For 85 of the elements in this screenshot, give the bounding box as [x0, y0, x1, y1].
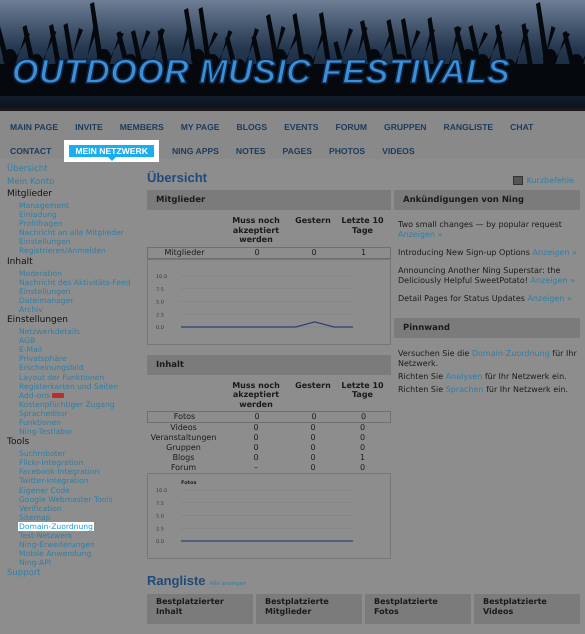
nav-tab[interactable]: MAIN PAGE: [6, 115, 62, 139]
table-cell-text: 0: [253, 412, 261, 422]
announcement-text: Two small changes — by popular request Anzeigen »: [398, 220, 563, 240]
column-header: Letzte 10 Tage: [340, 380, 385, 401]
pinboard-link[interactable]: Analysen: [446, 372, 482, 381]
table-cell-text: Veranstaltungen: [150, 433, 218, 443]
table-cell-text: 1: [358, 453, 366, 463]
show-link[interactable]: Anzeigen »: [532, 248, 577, 257]
pinboard-text: Richten Sie Analysen für Ihr Netzwerk ein.: [398, 372, 568, 382]
nav-tab[interactable]: CHAT: [506, 115, 538, 139]
column-header: Muss noch akzeptiert werden: [231, 380, 281, 410]
table-cell-text: 0: [360, 412, 368, 422]
nav-tab[interactable]: NOTES: [232, 139, 270, 163]
nav-tab[interactable]: CONTACT: [6, 139, 56, 163]
sidebar-heading: Mitglieder: [7, 188, 53, 201]
table-cell-text: 0: [310, 248, 318, 258]
table-cell-text: 0: [310, 412, 318, 422]
table-cell-text: 0: [309, 433, 317, 443]
column-header: Gestern: [294, 380, 332, 392]
show-link[interactable]: Anzeigen »: [398, 230, 442, 239]
table-cell-text: Videos: [169, 423, 198, 433]
table-cell-text: Blogs: [172, 453, 196, 463]
table-cell-text: 0: [358, 423, 366, 433]
pinboard-text: Versuchen Sie die Domain-Zuordnung für Ihr Netzwerk.: [398, 349, 578, 369]
nav-tab[interactable]: GRUPPEN: [380, 115, 431, 139]
nav-tab[interactable]: RANGLISTE: [440, 115, 498, 139]
table-cell-text: 0: [252, 423, 260, 433]
show-link[interactable]: Anzeigen »: [527, 294, 572, 303]
site-title: OUTDOOR MUSIC FESTIVALS: [11, 53, 510, 93]
column-header: Gestern: [294, 215, 332, 227]
announcement-text: Introducing New Sign-up Options Anzeigen »: [398, 248, 578, 258]
nav-tab[interactable]: BLOGS: [232, 115, 272, 139]
show-link[interactable]: Anzeigen »: [530, 276, 575, 285]
table-cell-text: Forum: [170, 463, 198, 473]
table-cell-text: 0: [252, 453, 260, 463]
pinboard-link[interactable]: Sprachen: [446, 385, 484, 394]
nav-tab[interactable]: PAGES: [278, 139, 316, 163]
sidebar-heading: Tools: [7, 436, 30, 450]
panel-header: Mitglieder: [147, 190, 391, 210]
nav-tab[interactable]: FORUM: [332, 115, 372, 139]
nav-tab[interactable]: MEMBERS: [116, 115, 168, 139]
table-cell-text: 0: [358, 443, 366, 453]
table-cell-text: –: [253, 463, 259, 473]
table-cell-text: 0: [358, 463, 366, 473]
table-cell-text: 0: [358, 433, 366, 443]
nav-tab[interactable]: PHOTOS: [324, 139, 370, 163]
sidebar-link[interactable]: Mein Konto: [7, 176, 143, 188]
announcement-text: Detail Pages for Status Updates Anzeigen »: [398, 294, 573, 304]
table-cell-text: 0: [252, 433, 260, 443]
table-cell-text: 0: [309, 423, 317, 433]
ranking-header: Bestplatzierter Inhalt: [147, 594, 253, 624]
sidebar-heading: Einstellungen: [7, 314, 70, 328]
shortcut-icon: [512, 176, 523, 185]
section-title: Rangliste: [147, 573, 206, 588]
nav-tab[interactable]: INVITE: [71, 115, 107, 139]
nav-tab[interactable]: MEIN NETZWERK: [64, 140, 159, 162]
column-header: Letzte 10 Tage: [340, 215, 385, 237]
shortcuts-link[interactable]: Kurzbefehle: [526, 176, 574, 185]
nav-tab[interactable]: EVENTS: [280, 115, 322, 139]
nav-tab[interactable]: MY PAGE: [176, 115, 224, 139]
nav-tab[interactable]: VIDEOS: [378, 139, 419, 163]
table-cell-text: Fotos: [172, 412, 196, 422]
table-cell-text: 0: [252, 443, 260, 453]
sidebar-link[interactable]: Übersicht: [7, 163, 143, 176]
ranking-header: Bestplatzierte Fotos: [365, 594, 471, 624]
panel-header: Ankündigungen von Ning: [394, 190, 580, 210]
pinboard-text: Richten Sie Sprachen für Ihr Netzwerk ein.: [398, 385, 569, 395]
ranking-header: Bestplatzierte Mitglieder: [256, 594, 362, 624]
table-cell-text: 0: [309, 443, 317, 453]
nav-tab[interactable]: NING APPS: [168, 139, 223, 163]
table-cell-text: Mitglieder: [164, 248, 206, 258]
panel-header: Pinnwand: [394, 318, 580, 338]
table-cell-text: Gruppen: [165, 443, 202, 453]
pinboard-link[interactable]: Domain-Zuordnung: [472, 349, 550, 358]
table-cell-text: 1: [360, 248, 368, 258]
ranking-header: Bestplatzierte Videos: [474, 594, 580, 624]
table-cell-text: 0: [253, 248, 261, 258]
sidebar-heading: Inhalt: [7, 256, 34, 269]
panel-header: Inhalt: [147, 354, 391, 374]
table-cell-text: 0: [309, 453, 317, 463]
column-header: Muss noch akzeptiert werden: [231, 215, 281, 246]
sidebar-link[interactable]: Support: [7, 567, 143, 580]
page-title: Übersicht: [147, 170, 207, 185]
announcement-text: Announcing Another Ning Superstar: the Deliciously Helpful SweetPotato! Anzeigen »: [398, 266, 576, 286]
table-cell-text: 0: [309, 463, 317, 473]
